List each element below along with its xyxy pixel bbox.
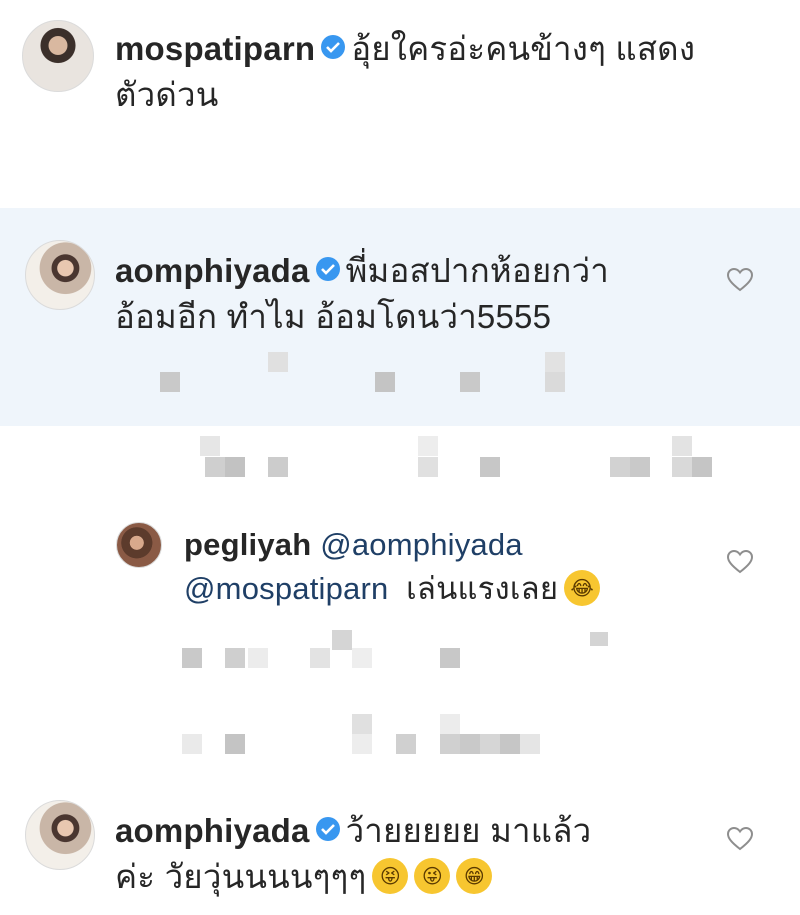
comment-text-line1: ว้ายยยยย มาแล้ว <box>345 812 592 849</box>
comment-body: pegliyah @aomphiyada @mospatiparn เล่นแร… <box>184 523 724 611</box>
avatar[interactable] <box>25 800 95 870</box>
username[interactable]: aomphiyada <box>115 252 310 289</box>
comment-text-line2: ตัวด่วน <box>115 76 219 113</box>
mention-link[interactable]: @aomphiyada <box>320 527 523 562</box>
comment-body: aomphiyada ว้ายยยยย มาแล้ว ค่ะ วัยวุ่นนนน… <box>115 808 715 900</box>
avatar[interactable] <box>22 20 94 92</box>
heart-outline-icon[interactable] <box>727 827 753 851</box>
verified-badge-icon <box>321 35 346 60</box>
username[interactable]: mospatiparn <box>115 30 315 67</box>
winking-tongue-face-icon: 😜 <box>414 858 451 895</box>
grinning-face-icon: 😁 <box>456 858 493 895</box>
verified-badge-icon <box>315 257 340 282</box>
heart-outline-icon[interactable] <box>727 268 753 292</box>
squinting-tongue-face-icon: 😝 <box>372 858 409 895</box>
avatar[interactable] <box>25 240 95 310</box>
face-with-tears-of-joy-icon: 😂 <box>564 569 601 606</box>
verified-badge-icon <box>315 817 340 842</box>
comment-text-line1: พี่มอสปากห้อยกว่า <box>345 252 610 289</box>
comment-text-line2: อ้อมอีก ทำไม อ้อมโดนว่า5555 <box>115 298 552 335</box>
username[interactable]: pegliyah <box>184 527 311 562</box>
comment-text-line2: ค่ะ วัยวุ่นนนนๆๆๆ <box>115 858 367 895</box>
mention-link[interactable]: @mospatiparn <box>184 571 388 606</box>
avatar[interactable] <box>116 522 162 568</box>
comment-text: เล่นแรงเลย <box>406 571 559 606</box>
comment-text-line1: อุ้ยใครอ่ะคนข้างๆ แสดง <box>351 30 696 67</box>
username[interactable]: aomphiyada <box>115 812 310 849</box>
heart-outline-icon[interactable] <box>727 550 753 574</box>
comment-body: aomphiyada พี่มอสปากห้อยกว่า อ้อมอีก ทำไม… <box>115 248 715 340</box>
comment-mospatiparn: mospatiparn อุ้ยใครอ่ะคนข้างๆ แสดง ตัวด่ว… <box>0 0 800 208</box>
comment-body: mospatiparn อุ้ยใครอ่ะคนข้างๆ แสดง ตัวด่ว… <box>115 26 775 118</box>
